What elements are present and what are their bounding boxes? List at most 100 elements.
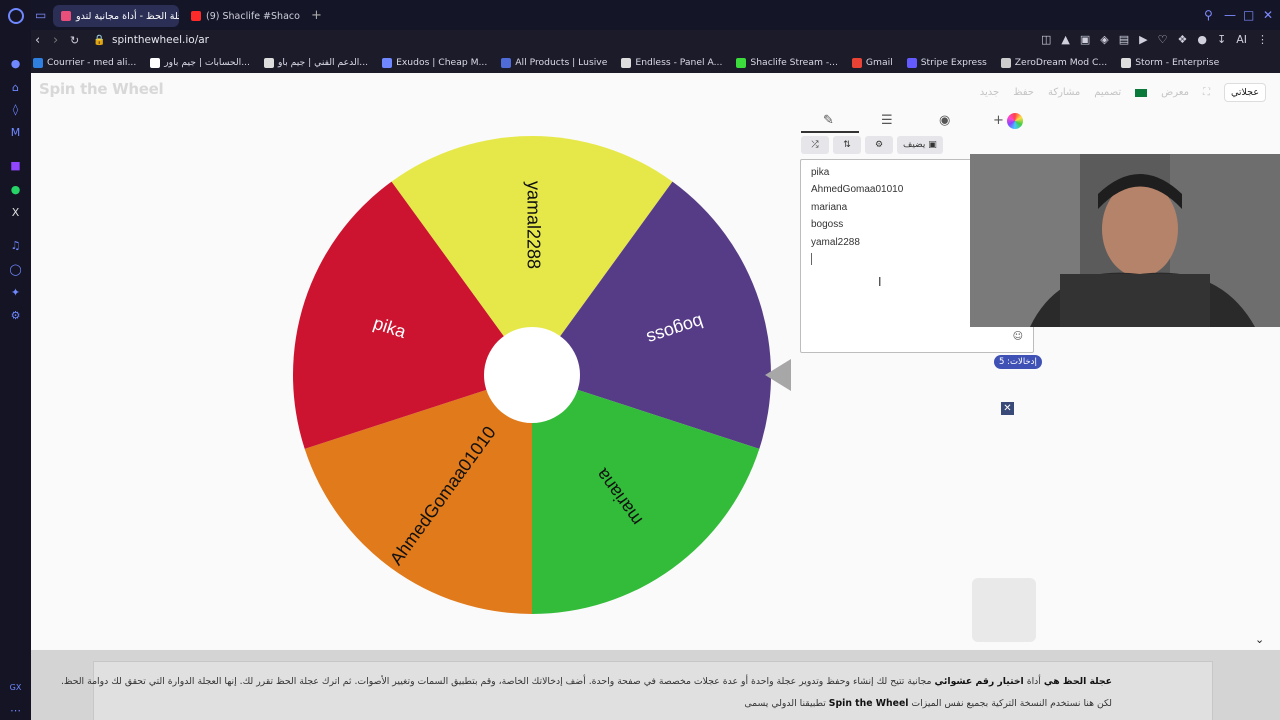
image-icon: ▣ — [928, 140, 937, 150]
bookmark-favicon-icon — [851, 57, 862, 68]
download-icon[interactable]: ↧ — [1217, 33, 1226, 46]
bookmark-favicon-icon — [33, 57, 43, 68]
minimize-icon[interactable]: — — [1224, 8, 1236, 22]
gx-icon[interactable]: GX — [8, 680, 23, 695]
chevron-down-icon[interactable]: ⌄ — [1255, 633, 1264, 646]
bookmark-item[interactable]: الدعم الفني | جيم باو... — [263, 57, 369, 68]
settings-icon[interactable]: ⚙ — [8, 308, 23, 323]
panel-tabs: ✎ ☰ ◉ + — [801, 111, 1037, 133]
x-icon[interactable]: X — [8, 205, 23, 220]
my-wheels-button[interactable]: عجلاتي — [1223, 83, 1266, 102]
close-icon[interactable]: ✕ — [1001, 402, 1014, 415]
site-toolbar: جديد حفظ مشاركة تصميم معرض ⛶ عجلاتي — [980, 83, 1266, 102]
shield-icon[interactable]: ◈ — [1100, 33, 1108, 46]
bookmark-item[interactable]: ZeroDream Mod C... — [1000, 57, 1107, 68]
bookmark-item[interactable]: Shaclife Stream -... — [736, 57, 838, 68]
history-icon[interactable]: ◯ — [8, 262, 23, 277]
snapshot-icon[interactable]: ▣ — [1080, 33, 1090, 46]
menu-icon[interactable]: ⋮ — [1257, 33, 1268, 46]
youtube-favicon-icon — [191, 11, 201, 21]
design-button[interactable]: تصميم — [1094, 87, 1121, 98]
active-tab-indicator — [801, 131, 859, 133]
music-icon[interactable]: ♫ — [8, 238, 23, 253]
aria-icon[interactable]: ◊ — [8, 102, 23, 117]
color-theme-icon[interactable] — [1007, 113, 1023, 129]
profile-icon[interactable]: ● — [1197, 33, 1207, 46]
opera-logo-icon[interactable] — [8, 8, 24, 24]
bookmark-item[interactable]: Storm - Enterprise — [1121, 57, 1219, 68]
bookmark-label: الدعم الفني | جيم باو... — [277, 57, 369, 68]
play-icon[interactable]: ▶ — [1139, 33, 1147, 46]
flag-icon[interactable] — [1135, 88, 1148, 97]
add-wheel-icon[interactable]: + — [993, 113, 1004, 128]
bookmark-label: Shaclife Stream -... — [750, 57, 838, 68]
bookmark-item[interactable]: Courrier - med ali... — [33, 57, 136, 68]
bookmark-label: Gmail — [865, 57, 893, 68]
extensions-puzzle-icon[interactable]: ❖ — [1178, 33, 1188, 46]
desc-text-2b: تطبيقنا الدولي يسمى — [744, 698, 829, 709]
share-button[interactable]: مشاركة — [1048, 87, 1080, 98]
tab-results-icon[interactable]: ☰ — [881, 113, 893, 128]
bookmark-item[interactable]: الحسابات | جيم باور... — [150, 57, 250, 68]
new-button[interactable]: جديد — [980, 87, 999, 98]
tab-hidden-icon[interactable]: ◉ — [939, 113, 950, 128]
sort-button[interactable]: ⇅ — [833, 136, 861, 154]
bookmark-label: Storm - Enterprise — [1135, 57, 1220, 68]
new-tab-icon[interactable]: + — [311, 8, 322, 23]
entries-actions: ⤮ ⇅ ⚙ يضيف ▣ — [801, 136, 943, 154]
search-icon[interactable]: ● — [8, 56, 23, 71]
forward-icon[interactable]: › — [53, 33, 58, 48]
more-icon[interactable]: ⋯ — [8, 703, 23, 718]
home-icon[interactable]: ⌂ — [8, 80, 23, 95]
search-tabs-icon[interactable]: ⚲ — [1204, 8, 1213, 22]
back-icon[interactable]: ‹ — [35, 33, 40, 48]
wheel-center[interactable] — [484, 327, 580, 423]
shuffle-button[interactable]: ⤮ — [801, 136, 829, 154]
webcam-overlay — [970, 154, 1280, 327]
entry-line: pika — [811, 167, 830, 178]
add-image-button[interactable]: يضيف ▣ — [897, 136, 943, 154]
reload-icon[interactable]: ↻ — [70, 34, 79, 47]
bookmark-item[interactable]: Exudos | Cheap M... — [382, 57, 487, 68]
bookmark-favicon-icon — [150, 57, 161, 68]
heart-icon[interactable]: ♡ — [1158, 33, 1168, 46]
bookmark-item[interactable]: Endless - Panel A... — [621, 57, 722, 68]
split-view-icon[interactable]: ◫ — [1041, 33, 1051, 46]
tab-menu-icon[interactable]: ▭ — [35, 8, 46, 22]
entries-count-badge: إدخالات: 5 — [994, 355, 1042, 369]
bookmark-item[interactable]: Stripe Express — [906, 57, 987, 68]
close-window-icon[interactable]: ✕ — [1263, 8, 1273, 22]
bookmark-label: Courrier - med ali... — [47, 57, 137, 68]
spin-wheel[interactable]: yamal2288bogossmarianaAhmedGomaa01010pik… — [293, 125, 773, 625]
pin-icon[interactable]: ▲ — [1061, 33, 1069, 46]
desc-text-1a: أداة — [1023, 676, 1044, 687]
tab-spinthewheel[interactable]: عجلة الحظ - أداة مجانية لتدو — [53, 5, 179, 27]
maximize-icon[interactable]: □ — [1243, 8, 1254, 22]
emoji-icon[interactable]: ☺ — [1013, 331, 1023, 342]
tab-strip: ▭ عجلة الحظ - أداة مجانية لتدو (9) Shacl… — [31, 0, 1280, 30]
bookmark-label: Exudos | Cheap M... — [396, 57, 488, 68]
gallery-button[interactable]: معرض — [1161, 87, 1189, 98]
wallet-icon[interactable]: ▤ — [1119, 33, 1129, 46]
settings-button[interactable]: ⚙ — [865, 136, 893, 154]
bookmark-item[interactable]: All Products | Lusive — [501, 57, 607, 68]
site-logo[interactable]: Spin the Wheel — [39, 80, 164, 98]
bookmark-label: All Products | Lusive — [515, 57, 608, 68]
url-field[interactable]: spinthewheel.io/ar — [112, 34, 209, 46]
messenger-icon[interactable]: M — [8, 125, 23, 140]
fullscreen-icon[interactable]: ⛶ — [1203, 87, 1210, 98]
extensions-icon[interactable]: ✦ — [8, 285, 23, 300]
ai-button[interactable]: AI — [1236, 33, 1247, 46]
twitch-icon[interactable]: ■ — [8, 158, 23, 173]
bookmark-item[interactable]: Gmail — [851, 57, 893, 68]
whatsapp-icon[interactable]: ● — [8, 182, 23, 197]
wheel-segment-label: yamal2288 — [523, 181, 543, 269]
add-image-label: يضيف — [903, 140, 926, 150]
desc-text-2a: لكن هنا نستخدم النسخة التركية بجميع نفس … — [908, 698, 1112, 709]
bookmark-label: Endless - Panel A... — [635, 57, 723, 68]
tab-entries-edit-icon[interactable]: ✎ — [823, 113, 834, 128]
wheel-pointer-icon — [765, 359, 791, 391]
tab-title: (9) Shaclife #Shaco Monte — [206, 10, 303, 22]
tab-youtube[interactable]: (9) Shaclife #Shaco Monte — [183, 5, 303, 27]
save-button[interactable]: حفظ — [1013, 87, 1034, 98]
